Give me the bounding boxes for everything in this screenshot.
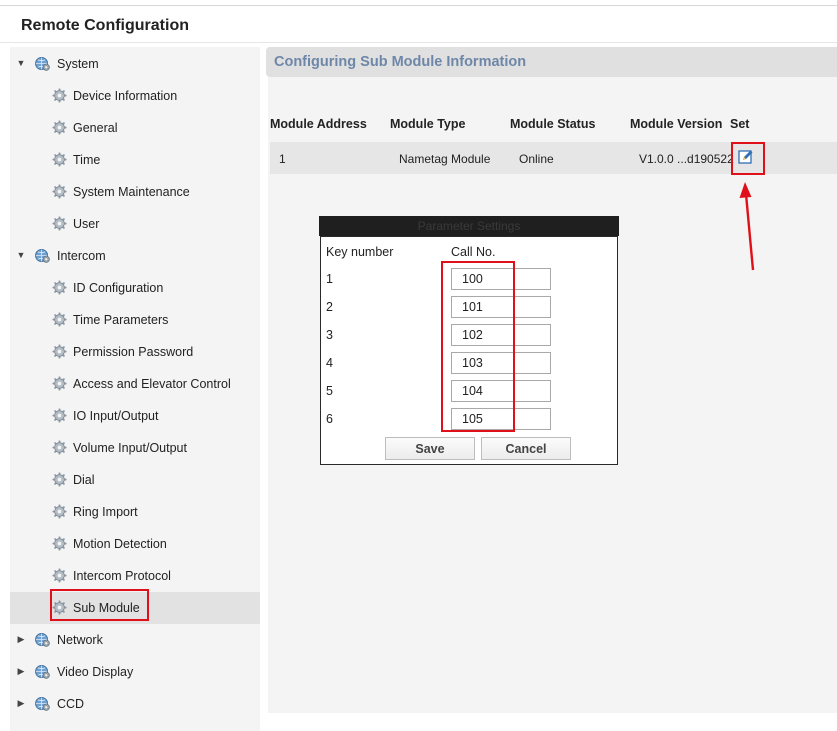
sidebar-item-label: Dial bbox=[73, 473, 95, 487]
sidebar-item-label: CCD bbox=[57, 697, 85, 711]
cell-module-type: Nametag Module bbox=[399, 152, 491, 166]
sidebar-item-time-parameters[interactable]: Time Parameters bbox=[10, 304, 260, 336]
sidebar-item-ccd[interactable]: ▶ CCD bbox=[10, 688, 260, 720]
gear-icon bbox=[52, 184, 67, 199]
sidebar-item-ring-import[interactable]: Ring Import bbox=[10, 496, 260, 528]
sidebar-item-user[interactable]: User bbox=[10, 208, 260, 240]
globe-gear-icon bbox=[35, 56, 50, 71]
col-header-module-type: Module Type bbox=[390, 117, 466, 131]
key-number-label: 1 bbox=[326, 272, 333, 286]
sidebar-item-label: Device Information bbox=[73, 89, 178, 103]
section-title: Configuring Sub Module Information bbox=[274, 54, 527, 70]
dialog-titlebar[interactable]: Parameter Settings bbox=[319, 216, 619, 236]
globe-gear-icon bbox=[35, 696, 50, 711]
gear-icon bbox=[52, 88, 67, 103]
key-number-label: 2 bbox=[326, 300, 333, 314]
sidebar-item-time[interactable]: Time bbox=[10, 144, 260, 176]
col-header-set: Set bbox=[730, 117, 750, 131]
sidebar-item-label: Permission Password bbox=[73, 345, 194, 359]
gear-icon bbox=[52, 216, 67, 231]
section-header: Configuring Sub Module Information bbox=[266, 47, 837, 77]
highlight-sub-module bbox=[50, 589, 149, 621]
gear-icon bbox=[52, 504, 67, 519]
sidebar-item-label: IO Input/Output bbox=[73, 409, 159, 423]
sidebar-item-permission-password[interactable]: Permission Password bbox=[10, 336, 260, 368]
sidebar-item-label: Motion Detection bbox=[73, 537, 167, 551]
sidebar-item-label: Network bbox=[57, 633, 103, 647]
key-number-label: 5 bbox=[326, 384, 333, 398]
sidebar-item-motion-detection[interactable]: Motion Detection bbox=[10, 528, 260, 560]
sidebar-item-network[interactable]: ▶ Network bbox=[10, 624, 260, 656]
sidebar-item-dial[interactable]: Dial bbox=[10, 464, 260, 496]
title-divider bbox=[0, 42, 837, 43]
cancel-button[interactable]: Cancel bbox=[481, 437, 571, 460]
globe-gear-icon bbox=[35, 664, 50, 679]
col-header-call-no: Call No. bbox=[451, 245, 496, 259]
sidebar-item-intercom-protocol[interactable]: Intercom Protocol bbox=[10, 560, 260, 592]
sidebar-item-io-input-output[interactable]: IO Input/Output bbox=[10, 400, 260, 432]
col-header-key-number: Key number bbox=[326, 245, 394, 259]
sidebar-item-volume-input-output[interactable]: Volume Input/Output bbox=[10, 432, 260, 464]
sidebar-item-label: System Maintenance bbox=[73, 185, 190, 199]
sidebar-item-label: User bbox=[73, 217, 100, 231]
sidebar-item-label: Volume Input/Output bbox=[73, 441, 187, 455]
gear-icon bbox=[52, 536, 67, 551]
gear-icon bbox=[52, 472, 67, 487]
cell-module-status: Online bbox=[519, 152, 554, 166]
caret-right-icon[interactable]: ▶ bbox=[16, 634, 26, 645]
gear-icon bbox=[52, 408, 67, 423]
cell-module-version: V1.0.0 ...d190522 bbox=[639, 152, 734, 166]
window-title: Remote Configuration bbox=[21, 17, 189, 34]
gear-icon bbox=[52, 120, 67, 135]
cell-module-address: 1 bbox=[279, 152, 286, 166]
sidebar-item-label: Intercom Protocol bbox=[73, 569, 171, 583]
save-button[interactable]: Save bbox=[385, 437, 475, 460]
caret-right-icon[interactable]: ▶ bbox=[16, 698, 26, 709]
sidebar-item-label: General bbox=[73, 121, 118, 135]
sidebar-item-id-configuration[interactable]: ID Configuration bbox=[10, 272, 260, 304]
sidebar-item-video-display[interactable]: ▶ Video Display bbox=[10, 656, 260, 688]
col-header-module-status: Module Status bbox=[510, 117, 596, 131]
col-header-module-address: Module Address bbox=[270, 117, 367, 131]
caret-right-icon[interactable]: ▶ bbox=[16, 666, 26, 677]
sidebar-item-device-information[interactable]: Device Information bbox=[10, 80, 260, 112]
annotation-arrow bbox=[739, 182, 755, 271]
key-number-label: 3 bbox=[326, 328, 333, 342]
sidebar-item-label: Time bbox=[73, 153, 101, 167]
caret-down-icon[interactable]: ▼ bbox=[16, 58, 26, 68]
sidebar-item-label: Access and Elevator Control bbox=[73, 377, 231, 391]
caret-down-icon[interactable]: ▼ bbox=[16, 250, 26, 260]
sidebar-item-label: Video Display bbox=[57, 665, 134, 679]
sidebar-item-intercom[interactable]: ▼ Intercom bbox=[10, 240, 260, 272]
sidebar-item-label: System bbox=[57, 57, 99, 71]
sidebar-item-access-and-elevator-control[interactable]: Access and Elevator Control bbox=[10, 368, 260, 400]
gear-icon bbox=[52, 376, 67, 391]
gear-icon bbox=[52, 568, 67, 583]
sidebar-item-label: Intercom bbox=[57, 249, 106, 263]
gear-icon bbox=[52, 280, 67, 295]
dialog-title: Parameter Settings bbox=[417, 219, 521, 233]
globe-gear-icon bbox=[35, 632, 50, 647]
sidebar-item-label: Ring Import bbox=[73, 505, 138, 519]
gear-icon bbox=[52, 312, 67, 327]
sidebar-item-system-maintenance[interactable]: System Maintenance bbox=[10, 176, 260, 208]
gear-icon bbox=[52, 152, 67, 167]
sidebar-item-general[interactable]: General bbox=[10, 112, 260, 144]
gear-icon bbox=[52, 440, 67, 455]
highlight-call-numbers bbox=[441, 261, 515, 432]
gear-icon bbox=[52, 344, 67, 359]
sidebar-item-system[interactable]: ▼ System bbox=[10, 48, 260, 80]
highlight-set-icon bbox=[731, 142, 765, 175]
key-number-label: 4 bbox=[326, 356, 333, 370]
sidebar-item-label: Time Parameters bbox=[73, 313, 169, 327]
sidebar-item-label: ID Configuration bbox=[73, 281, 164, 295]
globe-gear-icon bbox=[35, 248, 50, 263]
key-number-label: 6 bbox=[326, 412, 333, 426]
top-divider bbox=[0, 5, 837, 6]
col-header-module-version: Module Version bbox=[630, 117, 723, 131]
